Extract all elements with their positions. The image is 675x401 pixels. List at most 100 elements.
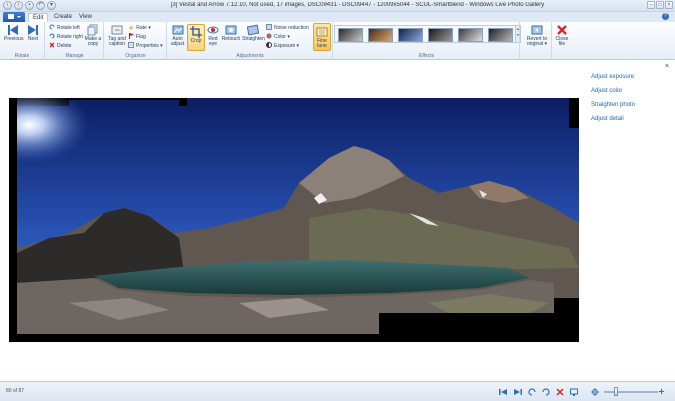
tab-edit[interactable]: Edit bbox=[28, 13, 49, 22]
adjust-detail-link[interactable]: Adjust detail bbox=[591, 116, 624, 122]
adjust-color-link[interactable]: Adjust color bbox=[591, 88, 622, 94]
make-copy-label: Make a copy bbox=[84, 36, 102, 47]
next-image-icon[interactable] bbox=[514, 388, 522, 396]
color-icon bbox=[266, 33, 272, 39]
quick-access-toolbar: ‹ › ▪ ↶ ▾ bbox=[3, 1, 56, 10]
color-button[interactable]: Color ▾ bbox=[266, 33, 290, 41]
next-button[interactable]: Next bbox=[24, 24, 42, 42]
rotate-right-button[interactable]: Rotate right bbox=[49, 33, 83, 41]
tab-create[interactable]: Create bbox=[50, 13, 76, 22]
photo-canvas bbox=[0, 61, 586, 379]
tab-view[interactable]: View bbox=[75, 13, 96, 22]
exposure-label: Exposure bbox=[274, 43, 296, 49]
noise-reduction-button[interactable]: Noise reduction bbox=[266, 24, 309, 32]
previous-image-icon[interactable] bbox=[499, 388, 507, 396]
dropdown-icon[interactable]: ▾ bbox=[47, 1, 56, 10]
group-label-manage: Manage bbox=[65, 53, 84, 59]
revert-label: Revert to original bbox=[526, 36, 548, 47]
red-eye-icon bbox=[207, 26, 219, 34]
title-bar: ‹ › ▪ ↶ ▾ [3] Vestal and Arrow 7.12.10, … bbox=[0, 0, 675, 12]
make-copy-button[interactable]: Make a copy bbox=[84, 24, 102, 47]
straighten-icon bbox=[247, 24, 259, 36]
zoom-slider[interactable] bbox=[604, 391, 658, 393]
help-icon[interactable]: ? bbox=[662, 13, 669, 20]
rotate-left-button[interactable]: Rotate left bbox=[49, 24, 80, 32]
rotate-left-icon bbox=[49, 24, 55, 30]
image-count: 80 of 87 bbox=[6, 388, 25, 394]
flag-button[interactable]: Flag bbox=[128, 33, 146, 41]
rotate-right-status-icon[interactable] bbox=[542, 388, 550, 396]
app-menu-button[interactable] bbox=[3, 12, 25, 22]
close-window-button[interactable]: × bbox=[665, 1, 673, 9]
color-label: Color bbox=[274, 34, 286, 40]
slideshow-icon[interactable] bbox=[570, 388, 578, 396]
window-controls: – □ × bbox=[647, 1, 673, 9]
rotate-left-status-icon[interactable] bbox=[528, 388, 536, 396]
next-label: Next bbox=[27, 36, 39, 42]
fine-tune-icon bbox=[316, 27, 328, 37]
crop-button[interactable]: Crop bbox=[187, 24, 205, 51]
panel-close-icon[interactable]: × bbox=[665, 63, 669, 70]
star-icon: ★ bbox=[128, 25, 135, 32]
rotate-right-icon bbox=[49, 33, 55, 39]
forward-icon[interactable]: › bbox=[14, 1, 23, 10]
revert-icon bbox=[531, 25, 543, 35]
delete-icon bbox=[49, 42, 55, 48]
crop-label: Crop bbox=[190, 38, 202, 44]
close-file-label: Close file bbox=[555, 36, 569, 47]
properties-label: Properties bbox=[136, 43, 159, 49]
previous-label: Previous bbox=[4, 36, 24, 42]
close-file-icon bbox=[557, 25, 567, 35]
tag-caption-button[interactable]: Tag and caption bbox=[107, 24, 127, 47]
ribbon-tab-row: Edit Create View ? bbox=[0, 12, 675, 22]
back-icon[interactable]: ‹ bbox=[3, 1, 12, 10]
group-label-adjustments: Adjustments bbox=[236, 53, 264, 59]
red-eye-button[interactable]: Red eye bbox=[206, 24, 220, 47]
retouch-icon bbox=[225, 25, 237, 35]
separator bbox=[551, 22, 552, 60]
minimize-button[interactable]: – bbox=[647, 1, 655, 9]
next-icon bbox=[28, 25, 38, 35]
zoom-in-icon[interactable] bbox=[658, 388, 665, 395]
maximize-button[interactable]: □ bbox=[656, 1, 664, 9]
exposure-button[interactable]: Exposure ▾ bbox=[266, 42, 299, 50]
rate-label: Rate bbox=[136, 25, 147, 31]
actual-size-icon[interactable] bbox=[591, 388, 599, 396]
make-copy-icon bbox=[87, 24, 98, 36]
panorama-photo[interactable] bbox=[9, 98, 579, 342]
fine-tune-button[interactable]: Fine tune bbox=[313, 23, 331, 51]
straighten-button[interactable]: Straighten bbox=[242, 24, 265, 42]
previous-icon bbox=[8, 25, 18, 35]
crop-icon bbox=[190, 26, 202, 38]
group-rotate: Previous Next Rotate bbox=[0, 22, 45, 60]
group-label-organize: Organize bbox=[125, 53, 146, 59]
zoom-slider-handle[interactable] bbox=[614, 387, 618, 396]
window-title: [3] Vestal and Arrow 7.12.10, Not used, … bbox=[170, 2, 545, 8]
delete-status-icon[interactable] bbox=[556, 388, 564, 396]
exposure-icon bbox=[266, 42, 272, 48]
delete-label: Delete bbox=[57, 43, 72, 49]
flag-icon bbox=[129, 33, 134, 39]
group-manage: Rotate left Rotate right Delete Make a c… bbox=[46, 22, 104, 60]
revert-original-button[interactable]: Revert to original ▾ bbox=[524, 24, 550, 47]
retouch-button[interactable]: Retouch bbox=[221, 24, 241, 42]
tag-icon bbox=[111, 25, 123, 35]
previous-button[interactable]: Previous bbox=[4, 24, 24, 42]
retouch-label: Retouch bbox=[221, 36, 241, 42]
status-bar: 80 of 87 bbox=[0, 381, 675, 401]
adjust-exposure-link[interactable]: Adjust exposure bbox=[591, 74, 634, 80]
properties-icon bbox=[128, 42, 134, 48]
noise-reduction-label: Noise reduction bbox=[274, 25, 309, 31]
save-icon[interactable]: ▪ bbox=[25, 1, 34, 10]
rotate-right-label: Rotate right bbox=[57, 34, 83, 40]
rate-button[interactable]: ★ Rate ▾ bbox=[128, 24, 151, 32]
straighten-photo-link[interactable]: Straighten photo bbox=[591, 102, 635, 108]
close-file-button[interactable]: Close file bbox=[554, 24, 570, 47]
properties-button[interactable]: Properties ▾ bbox=[128, 42, 163, 50]
group-adjustments: Auto adjust Crop Red eye Retouch Straigh… bbox=[168, 22, 333, 60]
flag-label: Flag bbox=[136, 34, 146, 40]
delete-button[interactable]: Delete bbox=[49, 42, 71, 50]
fine-tune-label: Fine tune bbox=[317, 38, 327, 49]
auto-adjust-button[interactable]: Auto adjust bbox=[169, 24, 186, 47]
undo-icon[interactable]: ↶ bbox=[36, 1, 45, 10]
